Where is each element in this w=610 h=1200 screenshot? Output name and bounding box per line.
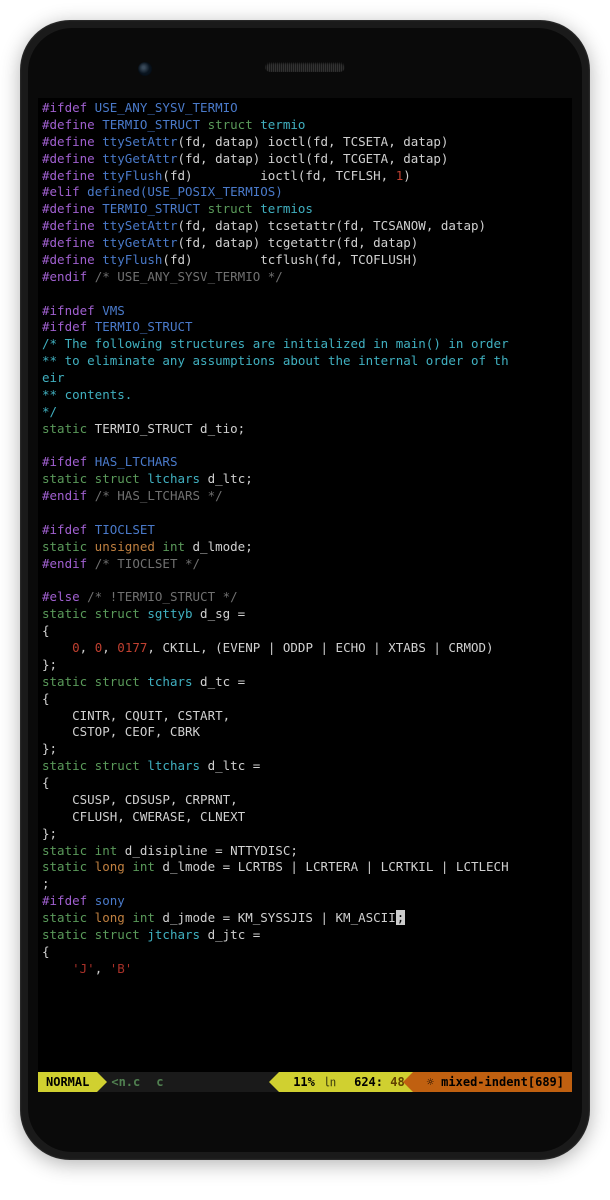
code-line[interactable]: { — [42, 691, 568, 708]
code-line[interactable]: }; — [42, 657, 568, 674]
code-line[interactable]: #ifdef USE_ANY_SYSV_TERMIO — [42, 100, 568, 117]
code-line[interactable]: 'J', 'B' — [42, 961, 568, 978]
earpiece-speaker — [265, 62, 345, 72]
code-line[interactable]: #define ttyGetAttr(fd, datap) ioctl(fd, … — [42, 151, 568, 168]
code-line[interactable]: static TERMIO_STRUCT d_tio; — [42, 421, 568, 438]
code-line[interactable]: #define ttyFlush(fd) ioctl(fd, TCFLSH, 1… — [42, 168, 568, 185]
filetype-segment: c — [148, 1072, 171, 1092]
status-spacer — [172, 1072, 280, 1092]
code-line[interactable] — [42, 505, 568, 522]
code-line[interactable]: */ — [42, 404, 568, 421]
code-line[interactable]: 0, 0, 0177, CKILL, (EVENP | ODDP | ECHO … — [42, 640, 568, 657]
code-line[interactable]: CINTR, CQUIT, CSTART, — [42, 708, 568, 725]
editor-buffer[interactable]: #ifdef USE_ANY_SYSV_TERMIO#define TERMIO… — [38, 98, 572, 980]
code-line[interactable]: #ifdef TERMIO_STRUCT — [42, 319, 568, 336]
code-line[interactable]: #define TERMIO_STRUCT struct termio — [42, 117, 568, 134]
code-line[interactable]: static struct ltchars d_ltc; — [42, 471, 568, 488]
code-line[interactable]: #endif /* USE_ANY_SYSV_TERMIO */ — [42, 269, 568, 286]
code-line[interactable]: #endif /* TIOCLSET */ — [42, 556, 568, 573]
code-line[interactable]: static struct tchars d_tc = — [42, 674, 568, 691]
code-line[interactable]: { — [42, 623, 568, 640]
percent-segment: 11% ㏑ — [279, 1072, 346, 1092]
code-line[interactable]: CSTOP, CEOF, CBRK — [42, 724, 568, 741]
code-line[interactable]: static int d_disipline = NTTYDISC; — [42, 843, 568, 860]
code-line[interactable]: }; — [42, 826, 568, 843]
code-line[interactable]: #endif /* HAS_LTCHARS */ — [42, 488, 568, 505]
code-line[interactable]: ; — [42, 876, 568, 893]
code-line[interactable] — [42, 438, 568, 455]
screen[interactable]: #ifdef USE_ANY_SYSV_TERMIO#define TERMIO… — [38, 98, 572, 1092]
code-line[interactable]: #else /* !TERMIO_STRUCT */ — [42, 589, 568, 606]
code-line[interactable]: CSUSP, CDSUSP, CRPRNT, — [42, 792, 568, 809]
code-line[interactable]: #define ttyGetAttr(fd, datap) tcgetattr(… — [42, 235, 568, 252]
code-line[interactable]: CFLUSH, CWERASE, CLNEXT — [42, 809, 568, 826]
phone-bezel: #ifdef USE_ANY_SYSV_TERMIO#define TERMIO… — [28, 28, 582, 1152]
code-line[interactable]: #ifdef TIOCLSET — [42, 522, 568, 539]
code-line[interactable]: #ifdef HAS_LTCHARS — [42, 454, 568, 471]
code-line[interactable]: #define TERMIO_STRUCT struct termios — [42, 201, 568, 218]
code-line[interactable]: #elif defined(USE_POSIX_TERMIOS) — [42, 184, 568, 201]
line-icon: ㏑ — [317, 1072, 336, 1092]
code-line[interactable]: /* The following structures are initiali… — [42, 336, 568, 353]
code-line[interactable]: static long int d_jmode = KM_SYSSJIS | K… — [42, 910, 568, 927]
code-line[interactable]: }; — [42, 741, 568, 758]
code-line[interactable] — [42, 573, 568, 590]
code-line[interactable]: ** contents. — [42, 387, 568, 404]
code-line[interactable]: #define ttySetAttr(fd, datap) ioctl(fd, … — [42, 134, 568, 151]
code-line[interactable]: eir — [42, 370, 568, 387]
code-line[interactable] — [42, 286, 568, 303]
warning-segment: ☼ mixed-indent[689] — [413, 1072, 572, 1092]
code-line[interactable]: static struct sgttyb d_sg = — [42, 606, 568, 623]
code-line[interactable]: #ifdef sony — [42, 893, 568, 910]
code-line[interactable]: { — [42, 775, 568, 792]
code-line[interactable]: static long int d_lmode = LCRTBS | LCRTE… — [42, 859, 568, 876]
code-line[interactable]: static struct jtchars d_jtc = — [42, 927, 568, 944]
code-line[interactable]: #define ttySetAttr(fd, datap) tcsetattr(… — [42, 218, 568, 235]
status-bar: NORMAL <n.c c 11% ㏑ 624: 48 ☼ mixed-inde… — [38, 1072, 572, 1092]
code-line[interactable]: static struct ltchars d_ltc = — [42, 758, 568, 775]
code-line[interactable]: #ifndef VMS — [42, 303, 568, 320]
code-line[interactable]: ** to eliminate any assumptions about th… — [42, 353, 568, 370]
mode-indicator: NORMAL — [38, 1072, 97, 1092]
code-line[interactable]: { — [42, 944, 568, 961]
code-line[interactable]: static unsigned int d_lmode; — [42, 539, 568, 556]
front-camera — [138, 62, 152, 76]
phone-frame: #ifdef USE_ANY_SYSV_TERMIO#define TERMIO… — [20, 20, 590, 1160]
code-line[interactable]: #define ttyFlush(fd) tcflush(fd, TCOFLUS… — [42, 252, 568, 269]
